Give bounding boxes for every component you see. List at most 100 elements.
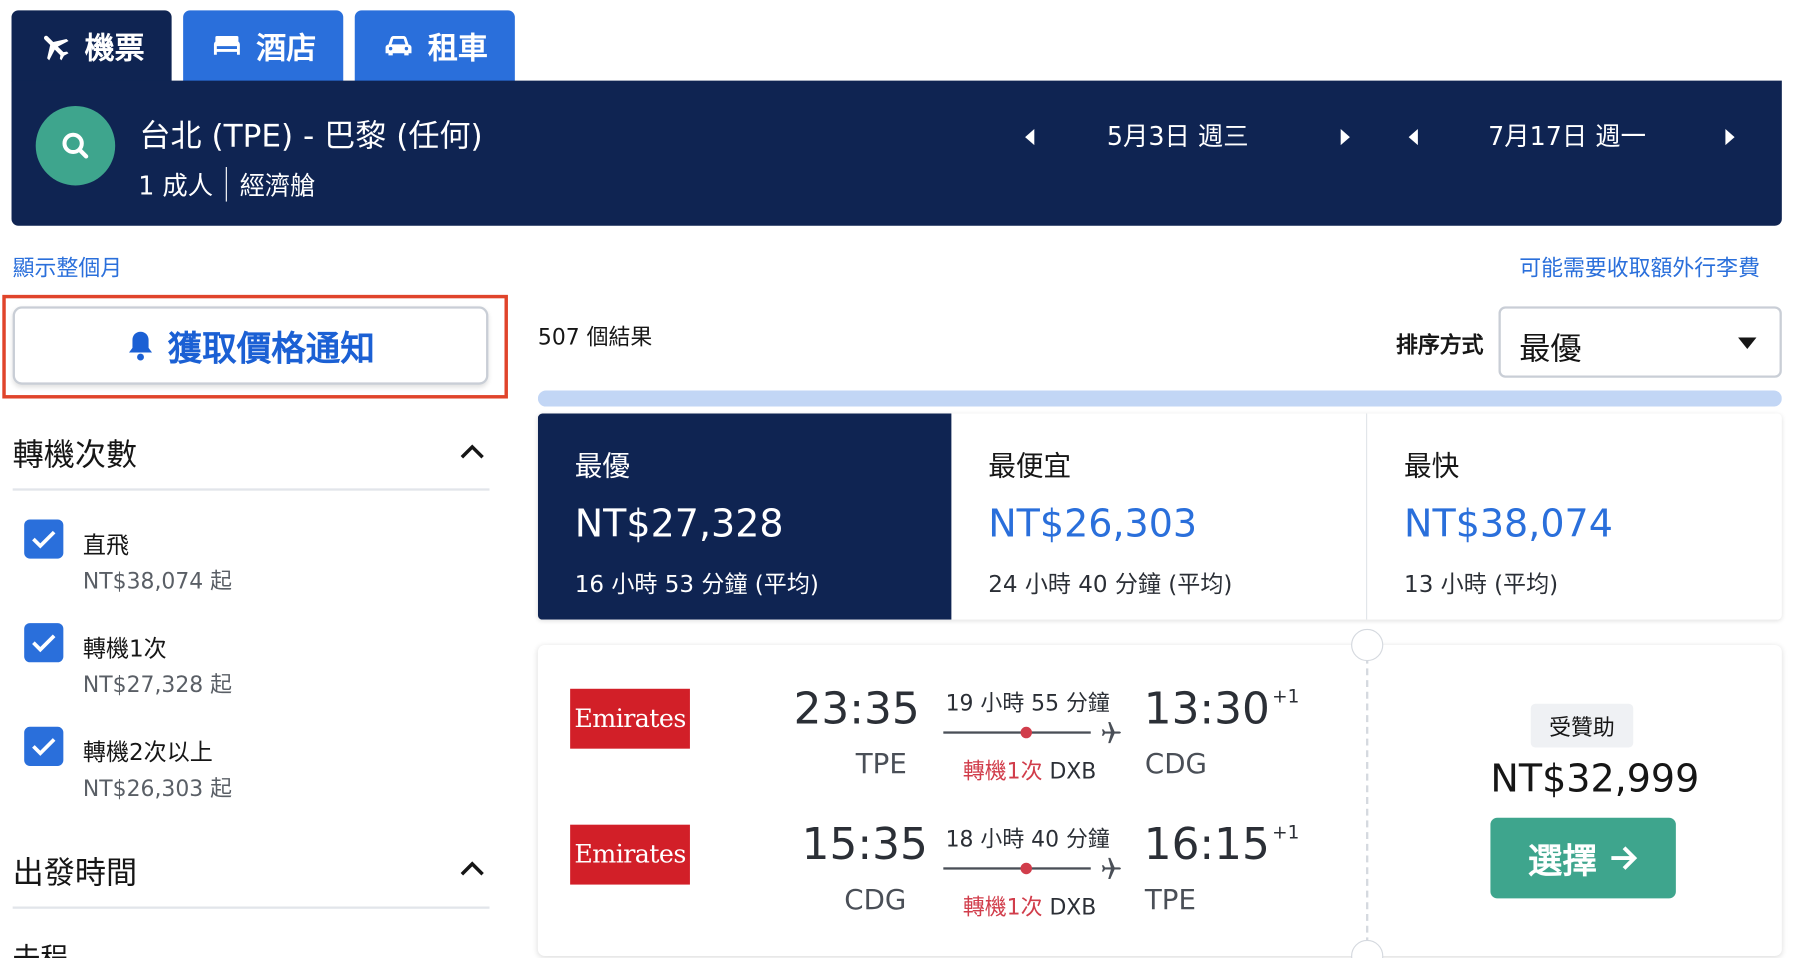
sort-card-duration: 13 小時 (平均) xyxy=(1404,570,1559,598)
flight-duration: 18 小時 40 分鐘 xyxy=(945,826,1110,853)
depart-prev-button[interactable] xyxy=(1018,120,1041,155)
caret-down-icon xyxy=(1738,337,1757,349)
stops-info: 轉機1次 DXB xyxy=(963,890,1096,921)
arrive-time-value: 13:30 xyxy=(1143,683,1270,734)
sort-label: 排序方式 xyxy=(1395,332,1484,359)
arrive-time: 13:30 +1 xyxy=(1144,683,1300,734)
tab-label: 酒店 xyxy=(256,31,317,67)
plane-icon xyxy=(1101,721,1121,744)
one-stop-checkbox[interactable] xyxy=(24,623,64,663)
car-icon xyxy=(386,35,413,56)
stops-filter-title[interactable]: 轉機次數 xyxy=(13,430,137,475)
stop-dot xyxy=(1020,726,1033,739)
nonstop-label: 直飛 xyxy=(82,530,130,559)
bell-icon xyxy=(128,331,152,361)
route-line xyxy=(943,731,1091,734)
depart-next-button[interactable] xyxy=(1334,120,1357,155)
sort-card-cheapest[interactable]: 最便宜 NT$26,303 24 小時 40 分鐘 (平均) xyxy=(951,413,1366,619)
one-stop-price: NT$27,328 起 xyxy=(82,672,233,698)
one-stop-label: 轉機1次 xyxy=(82,634,167,663)
caret-right-icon xyxy=(1340,129,1350,146)
sort-card-duration: 16 小時 53 分鐘 (平均) xyxy=(574,570,819,598)
sort-card-price: NT$26,303 xyxy=(988,501,1198,546)
sort-card-best[interactable]: 最優 NT$27,328 16 小時 53 分鐘 (平均) xyxy=(537,413,952,620)
caret-right-icon xyxy=(1725,129,1735,146)
divider xyxy=(12,488,490,491)
select-label: 選擇 xyxy=(1527,841,1597,883)
two-plus-stops-label: 轉機2次以上 xyxy=(82,738,213,766)
outbound-label: 去程 xyxy=(13,935,68,958)
depart-date[interactable]: 5月3日 週三 xyxy=(1107,116,1249,153)
sort-card-fastest[interactable]: 最快 NT$38,074 13 小時 (平均) xyxy=(1366,413,1782,620)
return-date[interactable]: 7月17日 週一 xyxy=(1488,116,1646,153)
stops-count: 轉機1次 xyxy=(962,759,1043,785)
flight-price: NT$32,999 xyxy=(1490,755,1700,801)
departure-time-filter-title[interactable]: 出發時間 xyxy=(13,848,137,893)
return-next-button[interactable] xyxy=(1718,120,1741,155)
check-icon xyxy=(32,634,56,653)
ticket-notch xyxy=(1351,628,1384,662)
plane-icon xyxy=(1101,857,1121,880)
nonstop-price: NT$38,074 起 xyxy=(82,568,233,595)
tab-car-rental[interactable]: 租車 xyxy=(354,10,515,82)
bed-icon xyxy=(214,35,241,55)
arrive-airport: CDG xyxy=(1144,747,1207,780)
check-icon xyxy=(32,530,56,549)
sort-value: 最優 xyxy=(1519,331,1582,368)
price-alert-label: 獲取價格通知 xyxy=(167,329,375,370)
arrive-airport: TPE xyxy=(1144,883,1196,916)
sort-card-duration: 24 小時 40 分鐘 (平均) xyxy=(988,570,1233,598)
two-plus-stops-price: NT$26,303 起 xyxy=(82,776,233,802)
arrive-time-value: 16:15 xyxy=(1143,818,1270,870)
passenger-count: 1 成人 xyxy=(138,172,214,202)
airline-logo: Emirates xyxy=(570,688,690,749)
tab-flights[interactable]: 機票 xyxy=(11,10,172,82)
divider xyxy=(225,167,227,202)
price-alert-button[interactable]: 獲取價格通知 xyxy=(12,306,489,385)
sort-dropdown[interactable]: 最優 xyxy=(1498,306,1782,378)
results-count: 507 個結果 xyxy=(537,324,653,351)
depart-airport: CDG xyxy=(844,883,907,916)
stop-dot xyxy=(1020,862,1033,875)
two-plus-stops-checkbox[interactable] xyxy=(24,726,64,766)
depart-time: 23:35 xyxy=(793,683,920,734)
search-summary[interactable]: 台北 (TPE) - 巴黎 (任何) 1 成人 經濟艙 5月3日 週三 7月17… xyxy=(11,80,1782,226)
return-prev-button[interactable] xyxy=(1402,120,1425,155)
show-month-link[interactable]: 顯示整個月 xyxy=(13,251,122,282)
chevron-up-icon[interactable] xyxy=(458,859,486,877)
flight-result-card[interactable]: Emirates 23:35 TPE 19 小時 55 分鐘 轉機1次 DXB … xyxy=(537,628,1782,958)
loading-progress-bar xyxy=(537,390,1782,407)
tab-label: 機票 xyxy=(84,31,145,67)
search-icon xyxy=(61,132,88,158)
ticket-divider xyxy=(1366,645,1369,956)
sort-card-price: NT$27,328 xyxy=(574,501,784,546)
sponsored-badge: 受贊助 xyxy=(1530,703,1634,748)
sort-card-label: 最快 xyxy=(1404,450,1460,483)
flight-duration: 19 小時 55 分鐘 xyxy=(945,691,1110,717)
day-offset: +1 xyxy=(1272,821,1300,844)
plane-icon xyxy=(44,35,70,61)
product-tabs: 機票 酒店 租車 xyxy=(11,10,515,82)
arrive-time: 16:15 +1 xyxy=(1144,819,1300,870)
caret-left-icon xyxy=(1025,129,1035,146)
day-offset: +1 xyxy=(1272,685,1300,708)
arrow-right-icon xyxy=(1610,846,1637,870)
via-airport: DXB xyxy=(1049,894,1097,921)
sort-options: 最優 NT$27,328 16 小時 53 分鐘 (平均) 最便宜 NT$26,… xyxy=(537,413,1782,620)
search-button[interactable] xyxy=(35,105,116,186)
sort-card-label: 最便宜 xyxy=(988,450,1072,483)
route-line xyxy=(943,867,1091,870)
sort-card-price: NT$38,074 xyxy=(1404,501,1613,546)
nonstop-checkbox[interactable] xyxy=(24,519,64,559)
tab-hotels[interactable]: 酒店 xyxy=(183,10,344,82)
stops-count: 轉機1次 xyxy=(962,894,1043,921)
depart-airport: TPE xyxy=(855,747,907,780)
cabin-class: 經濟艙 xyxy=(239,172,316,202)
via-airport: DXB xyxy=(1049,759,1097,785)
passenger-cabin: 1 成人 經濟艙 xyxy=(138,166,316,203)
divider xyxy=(12,906,490,909)
baggage-fee-link[interactable]: 可能需要收取額外行李費 xyxy=(1519,251,1760,282)
select-flight-button[interactable]: 選擇 xyxy=(1490,817,1676,899)
airline-logo: Emirates xyxy=(570,824,690,885)
chevron-up-icon[interactable] xyxy=(458,442,486,460)
